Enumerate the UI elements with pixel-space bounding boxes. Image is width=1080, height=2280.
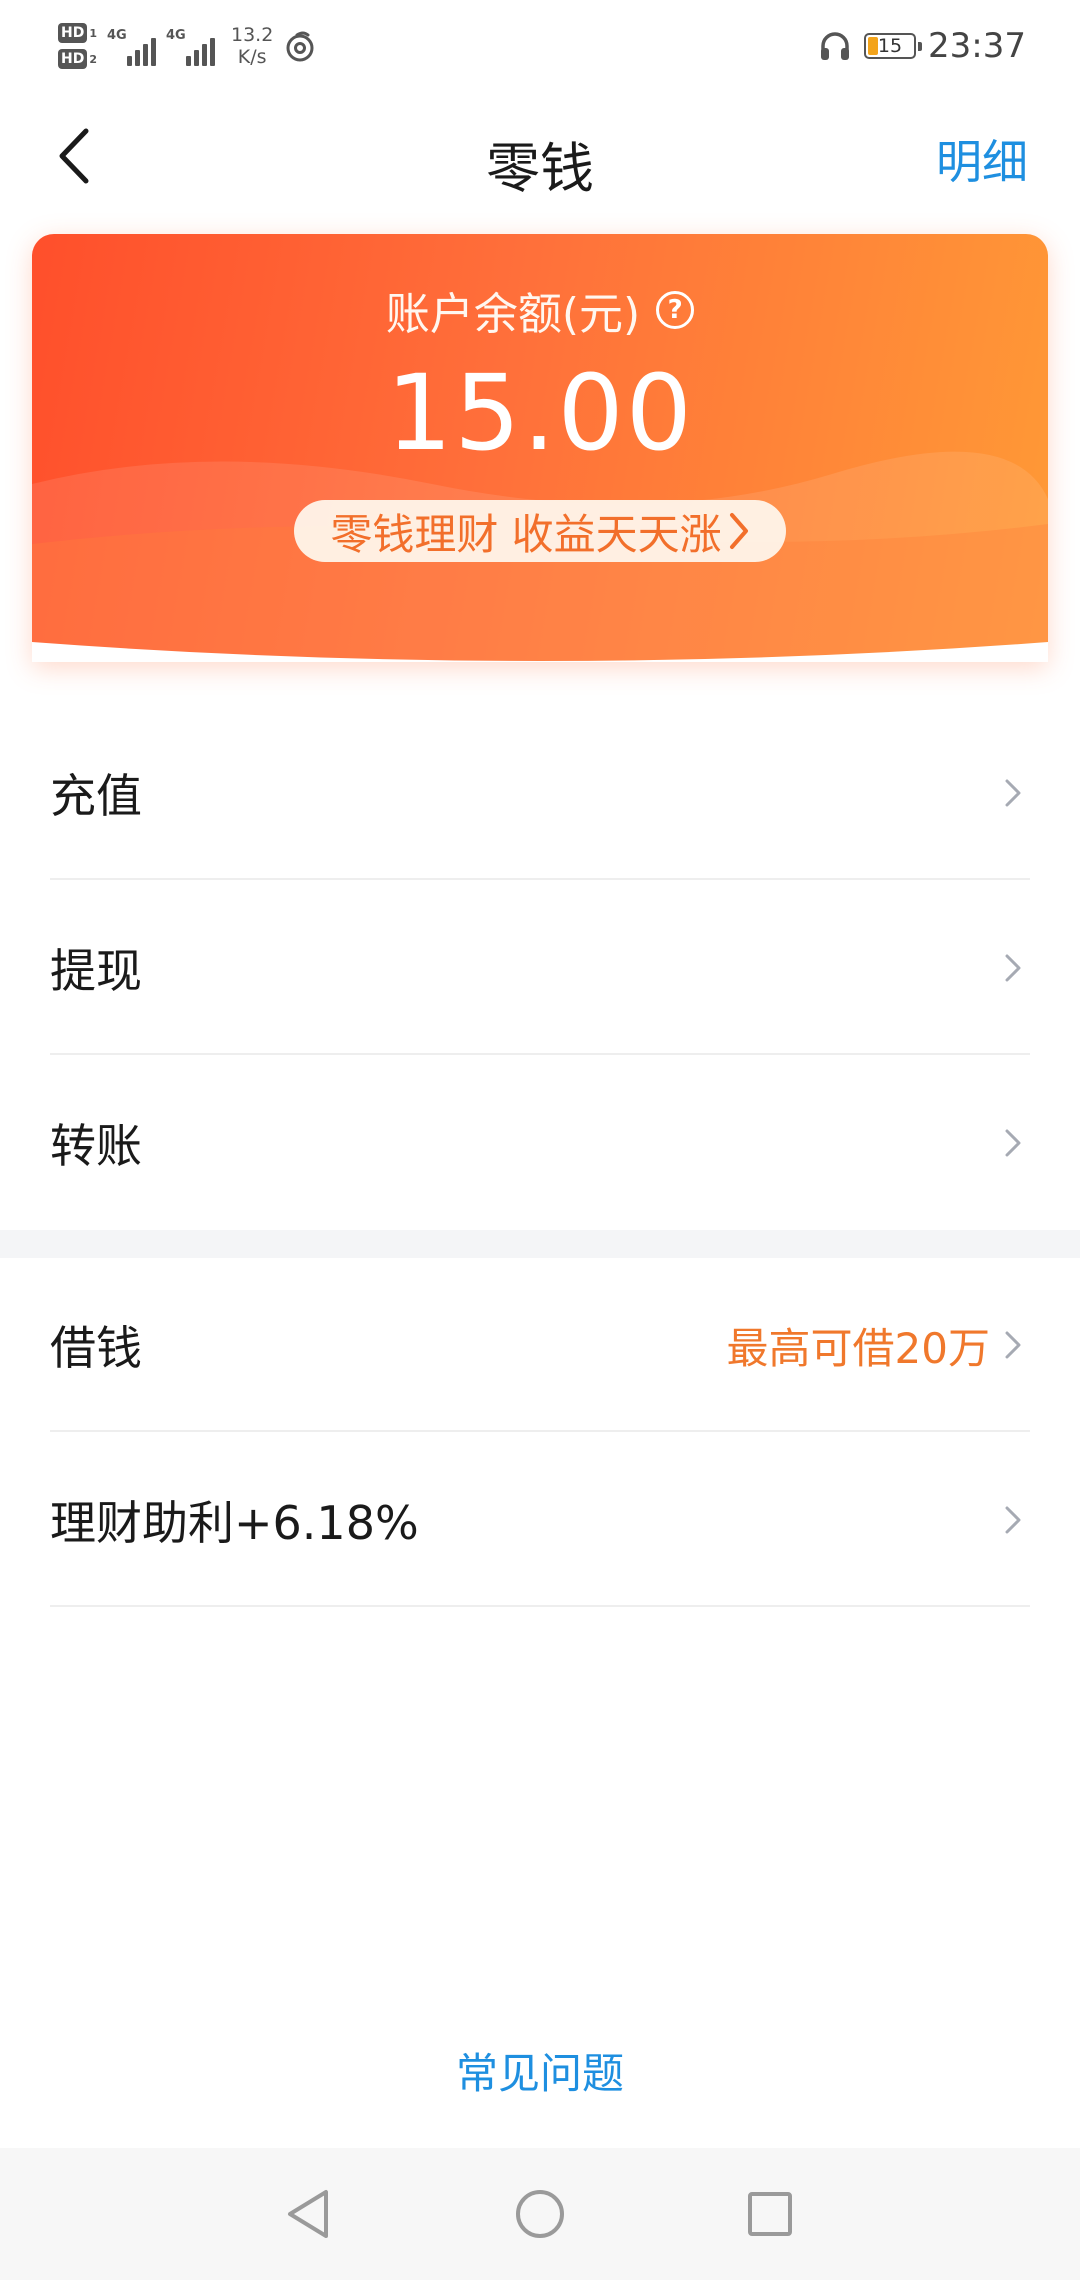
clock: 23:37 bbox=[928, 26, 1026, 66]
network-speed: 13.2 K/s bbox=[231, 24, 273, 68]
row-label: 理财助利+6.18% bbox=[50, 1496, 419, 1550]
music-app-icon bbox=[286, 31, 314, 62]
square-recents-icon bbox=[748, 2192, 792, 2236]
chevron-right-icon bbox=[1005, 1129, 1021, 1157]
balance-label-row: 账户余额(元) ? bbox=[32, 278, 1048, 342]
hd1-indicator: HD 1 bbox=[58, 23, 97, 43]
headphones-icon bbox=[821, 32, 850, 60]
divider bbox=[50, 878, 1030, 880]
sim1-signal-bars bbox=[127, 38, 156, 66]
chevron-right-icon bbox=[729, 513, 748, 549]
battery-icon: 15 bbox=[864, 33, 923, 59]
battery-level: 15 bbox=[877, 35, 903, 57]
speed-unit: K/s bbox=[237, 46, 267, 68]
sim2-signal-icon: 4G bbox=[166, 26, 215, 66]
hd2-number: 2 bbox=[89, 52, 97, 66]
balance-card: 账户余额(元) ? 15.00 零钱理财 收益天天涨 bbox=[32, 234, 1048, 662]
chevron-right-icon bbox=[1005, 1506, 1021, 1534]
sim1-network-type: 4G bbox=[107, 28, 127, 43]
hd-indicators: HD 1 HD 2 bbox=[58, 23, 97, 69]
divider bbox=[50, 1430, 1030, 1432]
nav-back-button[interactable] bbox=[278, 2184, 338, 2244]
page-title: 零钱 bbox=[486, 137, 594, 200]
row-label: 提现 bbox=[50, 944, 142, 998]
system-navigation-bar bbox=[0, 2148, 1080, 2280]
detail-link[interactable]: 明细 bbox=[936, 126, 1028, 192]
wealth-promo-button[interactable]: 零钱理财 收益天天涨 bbox=[294, 500, 786, 562]
status-bar: HD 1 HD 2 4G 4G 13.2 K/s 15 23:37 bbox=[0, 0, 1080, 92]
circle-home-icon bbox=[516, 2190, 564, 2238]
speed-value: 13.2 bbox=[231, 24, 274, 46]
faq-link[interactable]: 常见问题 bbox=[0, 2040, 1080, 2101]
list-item-borrow[interactable]: 借钱 最高可借20万 bbox=[50, 1258, 1030, 1432]
chevron-right-icon bbox=[1005, 1331, 1021, 1359]
list-item-recharge[interactable]: 充值 bbox=[50, 706, 1030, 880]
balance-amount: 15.00 bbox=[386, 352, 694, 474]
row-label: 充值 bbox=[50, 769, 142, 823]
hd1-number: 1 bbox=[89, 26, 97, 40]
hd1-badge: HD bbox=[58, 23, 88, 43]
balance-label: 账户余额(元) bbox=[385, 289, 641, 340]
borrow-limit-note: 最高可借20万 bbox=[726, 1323, 990, 1373]
chevron-right-icon bbox=[1005, 779, 1021, 807]
hd2-indicator: HD 2 bbox=[58, 49, 97, 69]
battery-fill bbox=[868, 37, 879, 55]
section-separator bbox=[0, 1230, 1080, 1258]
divider bbox=[50, 1053, 1030, 1055]
help-icon[interactable]: ? bbox=[656, 291, 695, 329]
list-item-wealth-boost[interactable]: 理财助利+6.18% bbox=[50, 1433, 1030, 1607]
nav-recents-button[interactable] bbox=[740, 2184, 800, 2244]
promo-text: 零钱理财 收益天天涨 bbox=[330, 509, 722, 559]
nav-home-button[interactable] bbox=[510, 2184, 570, 2244]
row-label: 转账 bbox=[50, 1119, 142, 1173]
sim2-network-type: 4G bbox=[166, 28, 186, 43]
divider bbox=[50, 1605, 1030, 1607]
title-bar: 零钱 明细 bbox=[0, 96, 1080, 216]
sim2-signal-bars bbox=[186, 38, 215, 66]
sim1-signal-icon: 4G bbox=[107, 26, 156, 66]
list-item-withdraw[interactable]: 提现 bbox=[50, 881, 1030, 1055]
chevron-right-icon bbox=[1005, 954, 1021, 982]
status-right: 15 23:37 bbox=[818, 20, 1026, 72]
list-item-transfer[interactable]: 转账 bbox=[50, 1056, 1030, 1230]
triangle-back-icon bbox=[288, 2190, 328, 2238]
hd2-badge: HD bbox=[58, 49, 88, 69]
status-left: HD 1 HD 2 4G 4G 13.2 K/s bbox=[58, 14, 317, 78]
row-label: 借钱 bbox=[50, 1321, 142, 1375]
